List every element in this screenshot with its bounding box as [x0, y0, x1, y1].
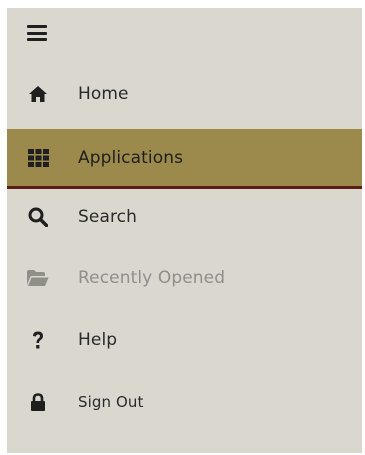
nav-panel: Home Applications Search Recently Opened… [7, 8, 362, 453]
home-icon [27, 83, 49, 105]
nav-item-label: Help [78, 330, 118, 350]
grid-icon [27, 147, 49, 169]
lock-icon [27, 391, 49, 413]
nav-item-recently-opened[interactable]: Recently Opened [7, 254, 362, 302]
nav-item-label: Home [78, 84, 129, 104]
nav-item-label: Sign Out [78, 393, 144, 411]
nav-item-label: Search [78, 207, 138, 227]
nav-item-help[interactable]: Help [7, 316, 362, 364]
nav-item-sign-out[interactable]: Sign Out [7, 378, 362, 426]
nav-item-home[interactable]: Home [7, 70, 362, 118]
question-icon [27, 329, 49, 351]
nav-item-applications[interactable]: Applications [7, 129, 362, 189]
folder-open-icon [27, 267, 49, 289]
hamburger-icon[interactable] [27, 25, 47, 41]
nav-item-label: Applications [78, 147, 184, 168]
search-icon [27, 206, 49, 228]
nav-item-label: Recently Opened [78, 268, 226, 288]
nav-item-search[interactable]: Search [7, 193, 362, 241]
